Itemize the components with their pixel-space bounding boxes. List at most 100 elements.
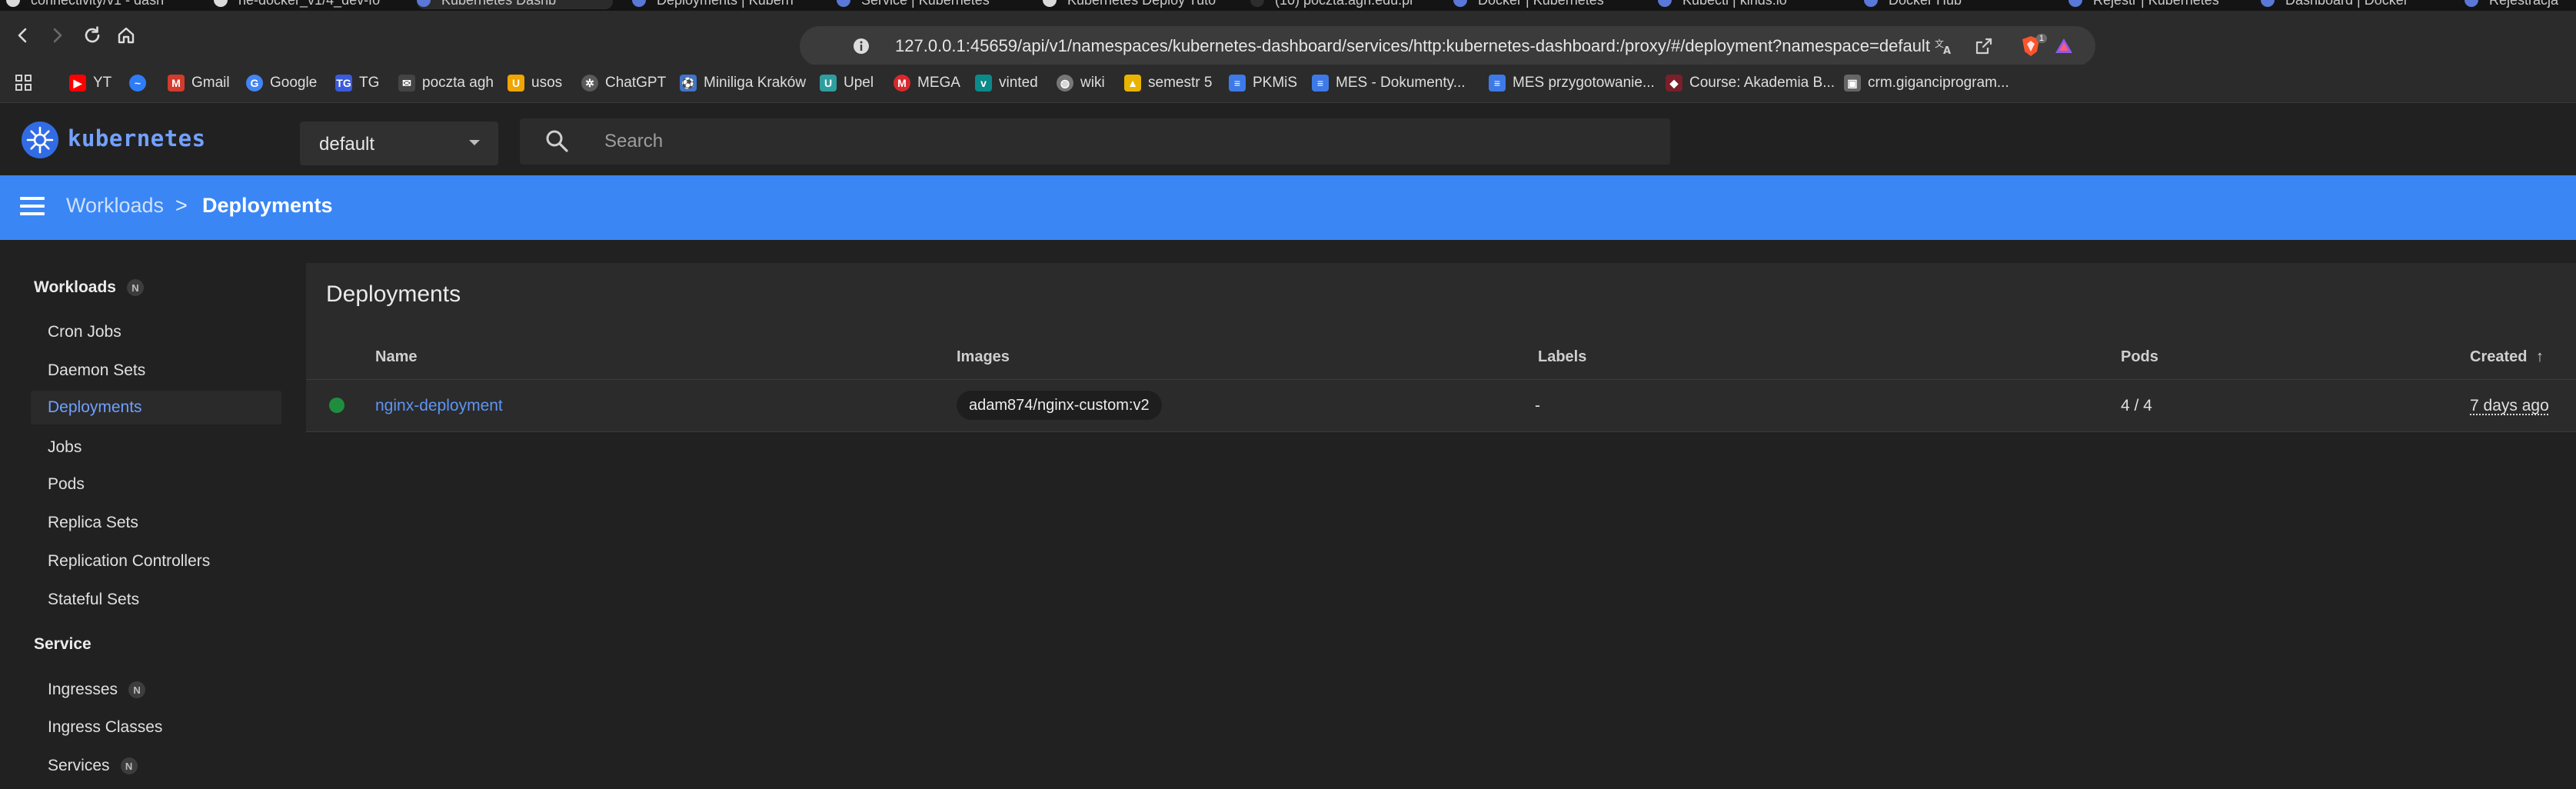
bookmark-vinted[interactable]: v vinted: [975, 72, 1038, 94]
namespaced-badge: N: [126, 279, 144, 296]
browser-tab-strip: connectivity/v1 - dash ne-docker_v1/4_de…: [0, 0, 2576, 11]
globe-icon: ◍: [1057, 75, 1073, 92]
tab-favicon-icon: [837, 0, 850, 7]
browser-tab[interactable]: Rejestr | Kubernetes: [2068, 0, 2253, 9]
table-header: Name Images Labels Pods Created ↑: [306, 337, 2576, 380]
browser-tab[interactable]: Kubectl | kinds.io: [1658, 0, 1842, 9]
sidebar-item-pods[interactable]: Pods: [31, 468, 281, 501]
sidebar-item-stateful-sets[interactable]: Stateful Sets: [31, 583, 281, 617]
bookmark-mes-przygotowanie[interactable]: ≡ MES przygotowanie...: [1489, 72, 1655, 94]
apps-grid-button[interactable]: [14, 72, 34, 94]
sidebar-section-service[interactable]: Service: [34, 635, 92, 654]
messenger-icon: ~: [129, 75, 146, 92]
address-bar[interactable]: 127.0.0.1:45659/api/v1/namespaces/kubern…: [800, 26, 2095, 66]
tab-favicon-icon: [1453, 0, 1467, 7]
mail-icon: ✉: [398, 75, 415, 92]
bookmark-poczta-agh[interactable]: ✉ poczta agh: [398, 72, 494, 94]
sidebar-item-daemon-sets[interactable]: Daemon Sets: [31, 354, 281, 388]
table-row[interactable]: nginx-deployment adam874/nginx-custom:v2…: [306, 380, 2576, 432]
sidebar-item-ingress-classes[interactable]: Ingress Classes: [31, 711, 281, 744]
browser-tab[interactable]: Service | Kubernetes: [837, 0, 1021, 9]
home-button[interactable]: [111, 20, 141, 51]
back-arrow-icon: [18, 28, 27, 43]
brave-shields-icon[interactable]: 1: [2018, 34, 2047, 57]
kubernetes-logo-icon[interactable]: [22, 122, 58, 158]
crm-icon: ▣: [1844, 75, 1861, 92]
tab-favicon-icon: [6, 0, 20, 7]
bookmark-messenger[interactable]: ~: [129, 72, 153, 94]
tab-favicon-icon: [2068, 0, 2082, 7]
reload-button[interactable]: [77, 20, 108, 51]
bookmark-upel[interactable]: U Upel: [820, 72, 874, 94]
bookmark-pkmis[interactable]: ≡ PKMiS: [1229, 72, 1297, 94]
browser-tab[interactable]: ne-docker_v1/4_dev-fo: [214, 0, 398, 9]
created-value: 7 days ago: [2470, 397, 2549, 414]
home-icon: [118, 27, 135, 44]
bookmark-google[interactable]: G Google: [246, 72, 317, 94]
share-icon[interactable]: [1973, 35, 1995, 57]
course-icon: ◆: [1666, 75, 1682, 92]
bookmark-tg[interactable]: TG TG: [335, 72, 379, 94]
bookmark-chatgpt[interactable]: ✲ ChatGPT: [581, 72, 666, 94]
dropdown-arrow-icon: [469, 140, 480, 145]
pods-value: 4 / 4: [2121, 397, 2152, 414]
upel-icon: U: [820, 75, 837, 92]
browser-tab[interactable]: Deployments | Kubern: [632, 0, 817, 9]
browser-tab[interactable]: Docker Hub: [1864, 0, 2048, 9]
namespace-select[interactable]: default: [300, 122, 498, 165]
sidebar-item-jobs[interactable]: Jobs: [31, 431, 281, 464]
tab-favicon-icon: [1043, 0, 1057, 7]
card-title: Deployments: [326, 281, 461, 307]
translate-icon[interactable]: 文A: [1933, 35, 1955, 57]
bookmark-mega[interactable]: M MEGA: [894, 72, 960, 94]
sidebar-section-workloads[interactable]: Workloads N: [34, 278, 144, 297]
column-header-created[interactable]: Created ↑: [2470, 348, 2544, 366]
title-bar: Workloads > Deployments: [0, 175, 2576, 240]
sidebar-item-replication-controllers[interactable]: Replication Controllers: [31, 544, 281, 578]
tab-favicon-icon: [1250, 0, 1264, 7]
sidebar-item-cron-jobs[interactable]: Cron Jobs: [31, 315, 281, 349]
search-icon: [546, 130, 568, 152]
address-url[interactable]: 127.0.0.1:45659/api/v1/namespaces/kubern…: [895, 36, 1930, 56]
tab-favicon-icon: [1658, 0, 1672, 7]
browser-tab[interactable]: connectivity/v1 - dash: [6, 0, 191, 9]
browser-tab[interactable]: Rejestracja: [2465, 0, 2576, 9]
brand-name[interactable]: kubernetes: [68, 125, 206, 151]
bookmark-usos[interactable]: Uusos: [508, 72, 562, 94]
sidebar: Workloads N Cron Jobs Daemon Sets Deploy…: [0, 240, 297, 789]
sidebar-item-deployments[interactable]: Deployments: [31, 391, 281, 424]
brave-rewards-icon[interactable]: [2053, 35, 2075, 57]
column-header-pods: Pods: [2121, 348, 2158, 365]
bookmark-semestr-5[interactable]: ▲ semestr 5: [1124, 72, 1212, 94]
tab-favicon-icon: [2261, 0, 2275, 7]
sidebar-item-services[interactable]: Services N: [31, 749, 281, 783]
breadcrumb-workloads[interactable]: Workloads: [66, 194, 164, 218]
forward-button[interactable]: [42, 20, 72, 51]
browser-tab[interactable]: Docker | Kubernetes: [1453, 0, 1638, 9]
sidebar-item-ingresses[interactable]: Ingresses N: [31, 673, 281, 707]
search-input[interactable]: [603, 126, 1649, 157]
bookmarks-bar: ▶ YT ~ M Gmail G Google TG TG ✉ poczta agh Uu…: [0, 65, 2576, 103]
browser-tab[interactable]: Kubernetes Deploy Tuto: [1043, 0, 1227, 9]
bookmark-yt[interactable]: ▶ YT: [69, 72, 111, 94]
drive-icon: ▲: [1124, 75, 1141, 92]
bookmark-wiki[interactable]: ◍ wiki: [1057, 72, 1105, 94]
bookmark-miniliga[interactable]: ⚽ Miniliga Kraków: [680, 72, 806, 94]
bookmark-mes-dokumenty[interactable]: ≡ MES - Dokumenty...: [1312, 72, 1466, 94]
column-header-images: Images: [957, 348, 1010, 365]
site-info-icon[interactable]: [850, 35, 872, 57]
breadcrumb-separator: >: [175, 194, 188, 217]
tab-favicon-icon: [2465, 0, 2478, 7]
status-running-icon: [329, 398, 344, 413]
back-button[interactable]: [8, 20, 38, 51]
browser-tab-active[interactable]: Kubernetes Dashb: [417, 0, 613, 9]
browser-tab[interactable]: (10) poczta.agh.edu.pl: [1250, 0, 1435, 9]
deployment-name-link[interactable]: nginx-deployment: [375, 397, 503, 415]
sidebar-item-replica-sets[interactable]: Replica Sets: [31, 506, 281, 540]
bookmark-gmail[interactable]: M Gmail: [168, 72, 230, 94]
bookmark-course[interactable]: ◆ Course: Akademia B...: [1666, 72, 1835, 94]
browser-tab[interactable]: Dashboard | Docker: [2261, 0, 2445, 9]
bookmark-crm[interactable]: ▣ crm.giganciprogram...: [1844, 72, 2009, 94]
menu-icon[interactable]: [20, 197, 45, 218]
column-header-name[interactable]: Name: [375, 348, 417, 366]
